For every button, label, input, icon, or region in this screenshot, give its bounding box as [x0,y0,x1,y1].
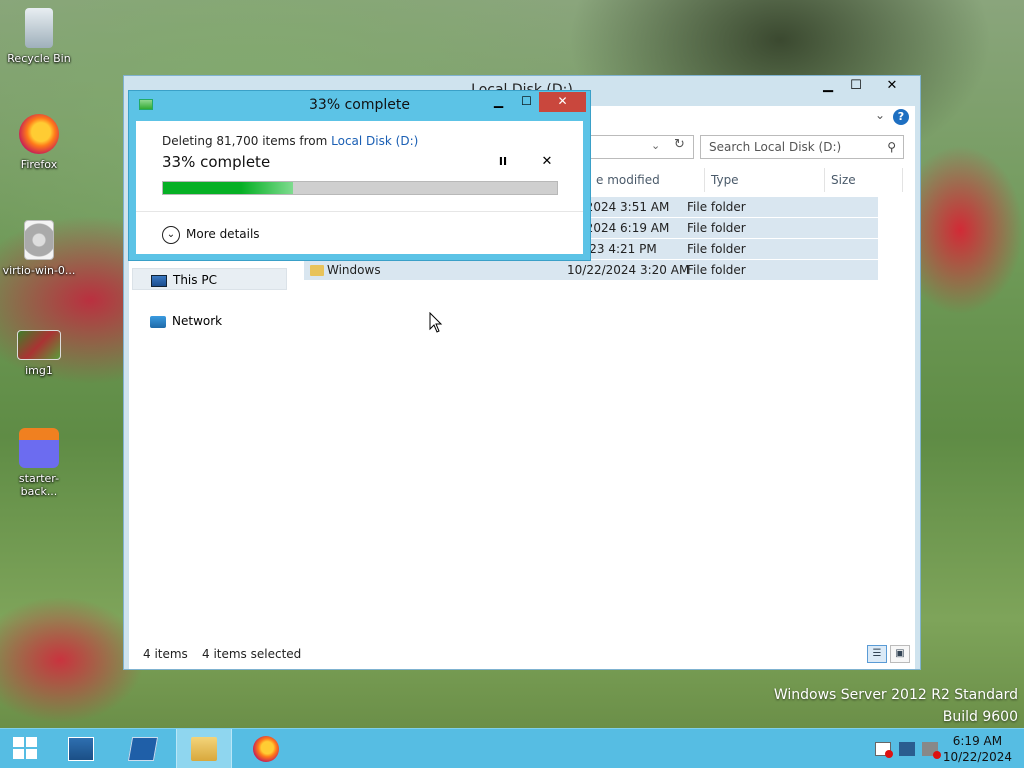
dialog-minimize-button[interactable]: ▁ [485,92,512,112]
desktop-icon-label: virtio-win-0... [2,264,76,277]
delete-progress-dialog: 33% complete ▁ ☐ ✕ Deleting 81,700 items… [128,90,591,261]
start-button[interactable] [0,729,52,768]
image-file-icon [17,330,61,360]
search-icon: ⚲ [887,140,896,154]
taskbar: 6:19 AM 10/22/2024 [0,728,1024,768]
large-icons-view-button[interactable]: ▣ [890,645,910,663]
watermark-build: Build 9600 [942,709,1018,725]
help-icon[interactable]: ? [893,109,909,125]
explorer-maximize-button[interactable]: ☐ [842,77,870,97]
clock-date: 10/22/2024 [942,750,1012,764]
column-header-type[interactable]: Type [705,168,825,192]
mouse-cursor-icon [429,312,443,333]
taskbar-file-explorer[interactable] [176,729,232,768]
desktop-icon-firefox[interactable]: Firefox [1,114,77,171]
explorer-close-button[interactable]: ✕ [872,77,912,97]
column-header-size[interactable]: Size [825,168,903,192]
dialog-close-button[interactable]: ✕ [539,92,586,112]
desktop-icon-label: starter-back... [18,472,60,498]
error-badge-icon [885,750,893,758]
muted-badge-icon [933,751,941,759]
progress-bar [162,181,558,195]
row-type: File folder [687,242,746,256]
chevron-down-icon: ⌄ [162,225,180,244]
more-details-button[interactable]: ⌄ More details [162,224,260,244]
refresh-icon[interactable]: ↻ [674,137,685,152]
os-watermark: Windows Server 2012 R2 Standard Build 96… [774,684,1018,728]
column-header-date-modified[interactable]: e modified [590,168,705,192]
dialog-divider [136,211,583,212]
desktop-icon-recycle-bin[interactable]: Recycle Bin [1,8,77,65]
taskbar-firefox[interactable] [240,729,292,768]
desktop-icon-label: Firefox [20,158,58,171]
disc-image-icon [24,220,54,260]
address-history-chevron-icon[interactable]: ⌄ [651,139,660,152]
recycle-bin-icon [25,8,53,48]
network-status-icon[interactable] [899,742,915,756]
search-placeholder: Search Local Disk (D:) [709,140,842,154]
status-selected-count: 4 items selected [202,647,302,661]
watermark-edition: Windows Server 2012 R2 Standard [773,687,1018,703]
nav-item-this-pc[interactable]: This PC [132,268,287,290]
desktop-icon-virtio[interactable]: virtio-win-0... [1,220,77,277]
cancel-button[interactable]: ✕ [540,154,554,169]
more-details-label: More details [186,227,260,241]
folder-icon [310,265,324,276]
row-type: File folder [687,221,746,235]
deleting-target-link[interactable]: Local Disk (D:) [331,134,418,148]
ribbon-expand-chevron-icon[interactable]: ⌄ [875,108,885,122]
network-icon [150,315,166,328]
desktop-icon-img1[interactable]: img1 [1,330,77,377]
file-explorer-icon [191,737,217,761]
clock-time: 6:19 AM [952,734,1003,748]
row-type: File folder [687,200,746,214]
row-name: Windows [327,263,381,277]
firefox-icon [19,114,59,154]
action-center-flag-icon[interactable] [875,742,893,758]
computer-icon [151,274,167,287]
desktop-icon-label: img1 [25,364,53,377]
status-item-count: 4 items [143,647,188,661]
deleting-description: Deleting 81,700 items from Local Disk (D… [162,134,418,148]
row-date: 10/22/2024 3:20 AM [567,263,690,277]
details-view-button[interactable]: ☰ [867,645,887,663]
volume-muted-icon[interactable] [922,742,941,759]
windows-logo-icon [13,737,39,761]
installer-icon [19,428,59,468]
progress-bar-fill [163,182,294,194]
system-clock[interactable]: 6:19 AM 10/22/2024 [943,733,1012,765]
powershell-icon [127,737,159,761]
row-type: File folder [687,263,746,277]
nav-item-network[interactable]: Network [132,310,287,332]
server-manager-icon [68,737,94,761]
dialog-maximize-button[interactable]: ☐ [513,92,540,112]
taskbar-server-manager[interactable] [55,729,107,768]
taskbar-powershell[interactable] [117,729,169,768]
desktop-icon-label: Recycle Bin [7,52,71,65]
nav-item-label: Network [172,314,223,328]
table-row[interactable]: Windows 10/22/2024 3:20 AM File folder [304,260,878,281]
dialog-body: Deleting 81,700 items from Local Disk (D… [136,121,583,254]
percent-complete-label: 33% complete [162,153,271,171]
status-bar: 4 items 4 items selected ☰ ▣ [129,639,915,669]
firefox-icon [253,736,279,762]
pause-button[interactable]: II [496,155,510,169]
nav-item-label: This PC [173,273,217,287]
explorer-minimize-button[interactable]: ▁ [814,77,842,97]
deleting-prefix: Deleting 81,700 items from [162,134,332,148]
desktop-icon-starter-back[interactable]: starter-back... [1,428,77,498]
search-input[interactable]: Search Local Disk (D:) ⚲ [700,135,904,159]
